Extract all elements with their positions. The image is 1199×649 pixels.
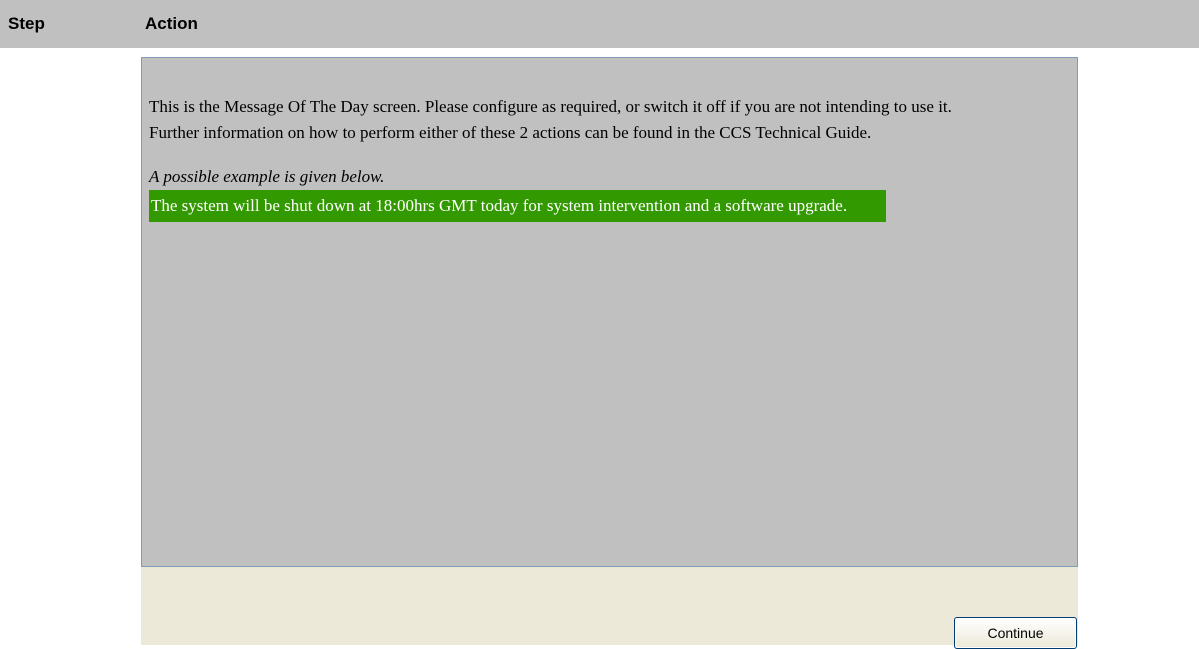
motd-content: This is the Message Of The Day screen. P… <box>149 94 1049 222</box>
example-label: A possible example is given below. <box>149 167 385 186</box>
motd-panel: This is the Message Of The Day screen. P… <box>141 57 1078 567</box>
step-column-header: Step <box>8 14 45 33</box>
motd-intro-text: This is the Message Of The Day screen. P… <box>149 97 952 116</box>
continue-button[interactable]: Continue <box>954 617 1077 649</box>
motd-info-text: Further information on how to perform ei… <box>149 123 872 142</box>
action-column-header: Action <box>145 14 198 33</box>
example-message-highlight: The system will be shut down at 18:00hrs… <box>149 190 886 222</box>
table-header-row: Step Action <box>0 0 1199 48</box>
message-of-the-day-dialog: This is the Message Of The Day screen. P… <box>141 57 1078 649</box>
